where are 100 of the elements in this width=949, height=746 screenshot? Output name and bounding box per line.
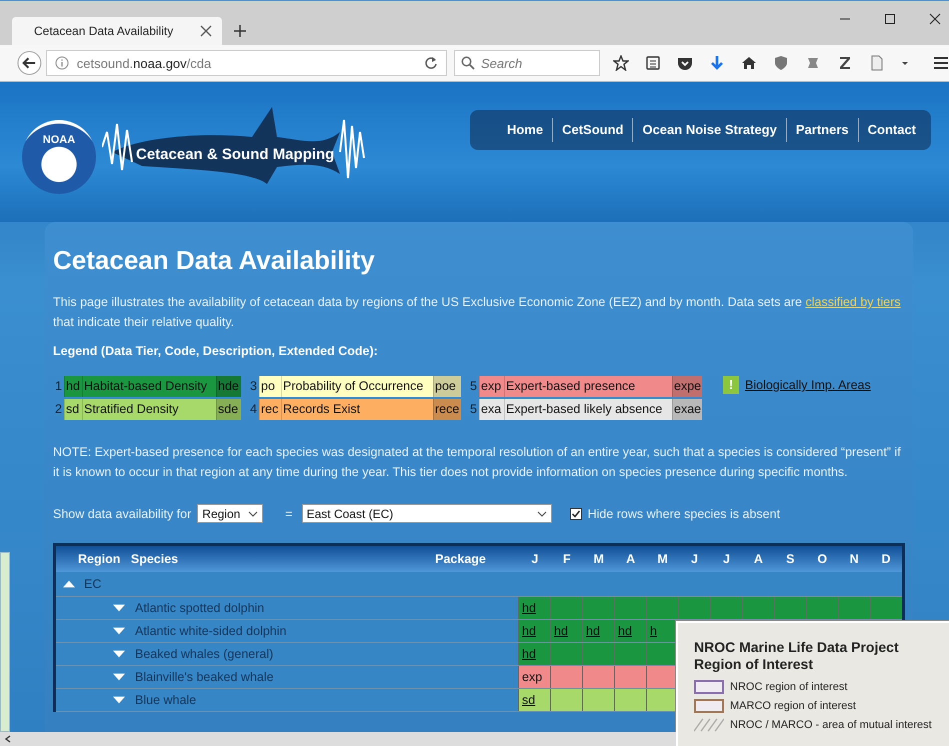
month-header: M xyxy=(656,552,669,566)
species-name: Atlantic spotted dolphin xyxy=(135,601,264,615)
map-title: NROC Marine Life Data Project Region of Interest xyxy=(694,639,900,673)
tier-code: po xyxy=(259,376,281,397)
expand-icon[interactable] xyxy=(113,673,125,681)
category-select[interactable]: Region xyxy=(197,504,264,523)
new-tab-icon[interactable] xyxy=(234,25,246,37)
browser-tab[interactable]: Cetacean Data Availability xyxy=(12,17,222,45)
collapse-icon[interactable] xyxy=(63,580,75,588)
species-name: Blainville's beaked whale xyxy=(135,670,274,684)
column-header: Package xyxy=(435,552,487,566)
close-icon[interactable] xyxy=(200,25,212,37)
extended-code: sde xyxy=(216,399,241,420)
expand-icon[interactable] xyxy=(113,650,125,658)
page-icon[interactable] xyxy=(869,55,885,71)
nav-link[interactable]: CetSound xyxy=(552,118,632,142)
month-cell[interactable]: hd xyxy=(518,643,550,665)
z-icon[interactable] xyxy=(837,55,853,71)
month-header: N xyxy=(848,552,860,566)
search-icon xyxy=(461,56,475,70)
month-cell[interactable]: hd xyxy=(582,620,614,642)
nav-link[interactable]: Partners xyxy=(786,118,858,142)
month-header: M xyxy=(592,552,605,566)
month-cell[interactable]: hd xyxy=(518,620,550,642)
info-icon[interactable] xyxy=(54,56,69,70)
expand-icon[interactable] xyxy=(113,604,125,612)
month-header: F xyxy=(562,552,572,566)
download-icon[interactable] xyxy=(709,55,725,71)
species-name: Atlantic white-sided dolphin xyxy=(135,624,286,638)
tier-description: Records Exist xyxy=(281,399,433,420)
column-header: Species xyxy=(130,552,180,566)
species-name: Blue whale xyxy=(135,693,196,707)
area-dropdown[interactable]: East Coast (EC) xyxy=(302,504,552,523)
tier-number: 5 xyxy=(469,401,478,418)
noaa-logo[interactable]: NOAA xyxy=(22,120,96,194)
region-name: EC xyxy=(84,577,102,591)
close-icon[interactable] xyxy=(929,13,941,25)
tier-description: Stratified Density xyxy=(82,399,216,420)
tier-description: Expert-based likely absence xyxy=(504,399,672,420)
bia-link[interactable]: Biologically Imp. Areas xyxy=(745,378,871,392)
chevron-icon[interactable] xyxy=(248,510,258,516)
tier-number: 3 xyxy=(249,378,258,395)
site-title[interactable]: Cetacean & Sound Mapping xyxy=(136,146,334,162)
scroll-left-icon[interactable] xyxy=(4,735,12,743)
month-header: A xyxy=(752,552,764,566)
species-name: Beaked whales (general) xyxy=(135,647,274,661)
equals-sign: = xyxy=(285,506,293,520)
tier-description: Habitat-based Density xyxy=(82,376,216,397)
filter-label: Show data availability for xyxy=(53,506,192,520)
legend-label: NROC / MARCO - area of mutual interest xyxy=(730,718,932,730)
month-header: S xyxy=(785,552,796,566)
month-header: D xyxy=(880,552,892,566)
star-icon[interactable] xyxy=(613,55,629,71)
page-title: Cetacean Data Availability xyxy=(53,245,376,276)
column-header: Region xyxy=(77,552,122,566)
extended-code: exae xyxy=(672,399,702,420)
dropdown-icon[interactable] xyxy=(901,59,909,67)
tier-number: 1 xyxy=(54,378,63,395)
extension-icon[interactable] xyxy=(805,55,821,71)
extended-code: poe xyxy=(433,376,461,397)
tier-code: rec xyxy=(259,399,281,420)
month-cell[interactable]: sd xyxy=(518,689,550,711)
month-cell[interactable]: h xyxy=(646,620,678,642)
nav-link[interactable]: Contact xyxy=(858,118,925,142)
legend-label: MARCO region of interest xyxy=(730,700,856,712)
month-header: J xyxy=(530,552,540,566)
tier-number: 4 xyxy=(249,401,258,418)
maximize-icon[interactable] xyxy=(884,13,896,25)
tier-code: hd xyxy=(64,376,82,397)
extended-code: rece xyxy=(433,399,461,420)
tier-description: Expert-based presence xyxy=(504,376,672,397)
horizontal-scrollbar[interactable] xyxy=(0,732,676,746)
chevron-icon[interactable] xyxy=(536,510,547,516)
home-icon[interactable] xyxy=(741,55,757,71)
checkbox[interactable] xyxy=(570,508,582,520)
checkbox-label: Hide rows where species is absent xyxy=(588,506,780,520)
legend-heading: Legend (Data Tier, Code, Description, Extended Code): xyxy=(53,344,379,358)
nav-link[interactable]: Home xyxy=(498,118,552,142)
tier-code: sd xyxy=(64,399,82,420)
tier-code: exa xyxy=(479,399,504,420)
month-cell[interactable]: hd xyxy=(614,620,646,642)
expand-icon[interactable] xyxy=(113,627,125,635)
pocket-icon[interactable] xyxy=(677,55,693,71)
expand-icon[interactable] xyxy=(113,696,125,704)
note-text: NOTE: Expert-based presence for each species was designated at the temporal resolution of an entire year, such that a species is considered “present” if it is known to occur in that region at any time during the year. This tier does not provide information on species presence during specific months. xyxy=(53,444,902,481)
address-field[interactable]: cetsound.noaa.gov/cda xyxy=(46,50,447,76)
extended-code: expe xyxy=(672,376,702,397)
month-header: O xyxy=(816,552,828,566)
menu-icon[interactable] xyxy=(933,55,949,71)
nav-link[interactable]: Ocean Noise Strategy xyxy=(632,118,786,142)
tier-code: exp xyxy=(479,376,504,397)
reading-list-icon[interactable] xyxy=(645,55,661,71)
reload-icon[interactable] xyxy=(424,56,438,70)
month-cell[interactable]: hd xyxy=(518,597,550,619)
shield-icon[interactable] xyxy=(773,55,789,71)
search-field[interactable]: Search xyxy=(454,50,600,76)
tier-number: 5 xyxy=(469,378,478,395)
extended-code: hde xyxy=(216,376,241,397)
back-icon[interactable] xyxy=(17,50,42,76)
month-cell[interactable]: hd xyxy=(550,620,582,642)
